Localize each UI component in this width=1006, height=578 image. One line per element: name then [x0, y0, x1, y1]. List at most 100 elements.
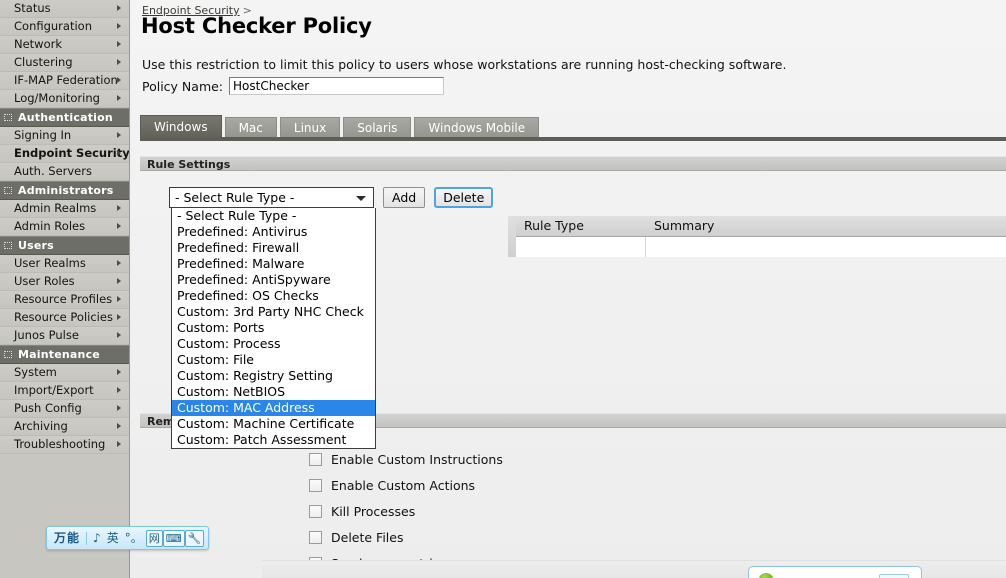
sidebar-item-status[interactable]: Status — [0, 0, 129, 18]
ime-language-mode-icon[interactable]: 英 — [104, 528, 122, 548]
tray-notification-popup[interactable] — [748, 566, 922, 578]
chevron-right-icon — [117, 95, 121, 101]
ime-punctuation-icon[interactable]: °。 — [122, 528, 146, 548]
checkbox-enable-custom-actions[interactable] — [309, 478, 322, 492]
sidebar-item-network[interactable]: Network — [0, 36, 129, 54]
chevron-right-icon — [117, 369, 121, 375]
tab-solaris[interactable]: Solaris — [343, 117, 412, 137]
sidebar-group-maintenance[interactable]: Maintenance — [0, 345, 129, 364]
sidebar-group-label: Administrators — [18, 184, 114, 197]
sidebar-item-admin-realms[interactable]: Admin Realms — [0, 200, 129, 218]
sidebar-item-troubleshooting[interactable]: Troubleshooting — [0, 436, 129, 454]
sidebar-item-label: System — [14, 365, 57, 379]
ime-floating-toolbar[interactable]: 万能 ♪ 英 °。 网 ⌨ 🔧 — [46, 526, 210, 550]
sidebar-item-auth-servers[interactable]: Auth. Servers — [0, 163, 129, 181]
sidebar-item-label: Auth. Servers — [14, 164, 92, 178]
ime-keyboard-icon[interactable]: ⌨ — [162, 529, 185, 547]
dropdown-option[interactable]: Predefined: Antivirus — [172, 224, 375, 240]
chevron-right-icon — [117, 296, 121, 302]
sidebar-item-resource-profiles[interactable]: Resource Profiles — [0, 291, 129, 309]
sidebar-item-resource-policies[interactable]: Resource Policies — [0, 309, 129, 327]
tab-windows-mobile[interactable]: Windows Mobile — [414, 117, 540, 137]
dropdown-option[interactable]: Custom: Registry Setting — [172, 368, 375, 384]
ime-web-icon[interactable]: 网 — [145, 529, 163, 547]
checkbox-delete-files[interactable] — [309, 530, 322, 544]
section-header-rule-settings: Rule Settings — [140, 156, 1006, 171]
sidebar-item-admin-roles[interactable]: Admin Roles — [0, 218, 129, 236]
sidebar-item-push-config[interactable]: Push Config — [0, 400, 129, 418]
dropdown-option[interactable]: - Select Rule Type - — [172, 208, 375, 224]
dropdown-option[interactable]: Custom: MAC Address — [172, 400, 375, 416]
sidebar-item-endpoint-security[interactable]: Endpoint Security — [0, 145, 129, 163]
dropdown-option[interactable]: Predefined: AntiSpyware — [172, 272, 375, 288]
sidebar-item-label: Resource Policies — [14, 310, 113, 324]
sidebar-nav-list: Status Configuration Network Clustering IF-M… — [0, 0, 129, 454]
remediation-options-list: Enable Custom Instructions Enable Custom … — [309, 450, 503, 578]
dropdown-option[interactable]: Custom: NetBIOS — [172, 384, 375, 400]
sidebar-item-configuration[interactable]: Configuration — [0, 18, 129, 36]
rule-type-select[interactable]: - Select Rule Type - — [169, 187, 374, 208]
sidebar-item-user-realms[interactable]: User Realms — [0, 255, 129, 273]
dropdown-option[interactable]: Custom: Ports — [172, 320, 375, 336]
dropdown-option[interactable]: Custom: 3rd Party NHC Check — [172, 304, 375, 320]
add-button[interactable]: Add — [383, 187, 426, 208]
chevron-right-icon — [117, 132, 121, 138]
sidebar-item-clustering[interactable]: Clustering — [0, 54, 129, 72]
sidebar-item-junos-pulse[interactable]: Junos Pulse — [0, 327, 129, 345]
table-row[interactable] — [516, 237, 1006, 257]
sidebar-group-authentication[interactable]: Authentication — [0, 108, 129, 127]
table-header-row: Rule Type Summary — [516, 216, 1006, 237]
delete-button[interactable]: Delete — [434, 187, 494, 208]
grip-icon — [4, 114, 12, 121]
sidebar-group-label: Maintenance — [18, 348, 100, 361]
leaf-icon — [759, 573, 773, 578]
sidebar-item-archiving[interactable]: Archiving — [0, 418, 129, 436]
dropdown-option[interactable]: Custom: Process — [172, 336, 375, 352]
chevron-right-icon — [117, 314, 121, 320]
sidebar-item-system[interactable]: System — [0, 364, 129, 382]
policy-name-row: Policy Name: — [142, 77, 445, 95]
dropdown-option[interactable]: Custom: Patch Assessment — [172, 432, 375, 448]
dropdown-option[interactable]: Predefined: OS Checks — [172, 288, 375, 304]
sidebar-item-label: IF-MAP Federation — [14, 73, 118, 87]
sidebar-item-label: Troubleshooting — [14, 437, 106, 451]
popup-action-button[interactable] — [879, 574, 909, 578]
cell-rule-type — [516, 237, 646, 257]
rule-type-dropdown-list[interactable]: - Select Rule Type - Predefined: Antiviru… — [171, 208, 376, 449]
sidebar-item-label: Network — [14, 37, 63, 51]
sidebar-item-log-monitoring[interactable]: Log/Monitoring — [0, 90, 129, 108]
sidebar-item-label: Clustering — [14, 55, 73, 69]
ime-separator — [86, 531, 88, 545]
dropdown-option[interactable]: Custom: File — [172, 352, 375, 368]
checkbox-label: Delete Files — [331, 529, 404, 545]
sidebar-group-administrators[interactable]: Administrators — [0, 181, 129, 200]
sidebar-item-label: Signing In — [14, 128, 72, 142]
remediation-option-row[interactable]: Kill Processes — [309, 502, 503, 520]
dropdown-option[interactable]: Predefined: Firewall — [172, 240, 375, 256]
remediation-option-row[interactable]: Enable Custom Instructions — [309, 450, 503, 468]
remediation-option-row[interactable]: Delete Files — [309, 528, 503, 546]
tab-linux[interactable]: Linux — [279, 117, 341, 137]
chevron-right-icon — [117, 77, 121, 83]
dropdown-option[interactable]: Predefined: Malware — [172, 256, 375, 272]
ime-logo[interactable]: 万能 — [51, 528, 83, 548]
checkbox-enable-custom-instructions[interactable] — [309, 452, 322, 466]
sidebar-item-label: User Roles — [14, 274, 75, 288]
chevron-right-icon — [117, 205, 121, 211]
policy-name-input[interactable] — [229, 77, 445, 95]
chevron-right-icon — [117, 5, 121, 11]
tab-mac[interactable]: Mac — [224, 117, 277, 137]
sidebar-item-import-export[interactable]: Import/Export — [0, 382, 129, 400]
application-window: Status Configuration Network Clustering IF-M… — [0, 0, 1006, 578]
remediation-option-row[interactable]: Enable Custom Actions — [309, 476, 503, 494]
ime-note-icon[interactable]: ♪ — [90, 528, 104, 548]
tab-windows[interactable]: Windows — [140, 115, 222, 137]
sidebar-group-users[interactable]: Users — [0, 236, 129, 255]
sidebar-item-label: Push Config — [14, 401, 82, 415]
sidebar-item-if-map-federation[interactable]: IF-MAP Federation — [0, 72, 129, 90]
sidebar-item-signing-in[interactable]: Signing In — [0, 127, 129, 145]
checkbox-kill-processes[interactable] — [309, 504, 322, 518]
dropdown-option[interactable]: Custom: Machine Certificate — [172, 416, 375, 432]
sidebar-item-user-roles[interactable]: User Roles — [0, 273, 129, 291]
ime-wrench-icon[interactable]: 🔧 — [184, 529, 205, 547]
